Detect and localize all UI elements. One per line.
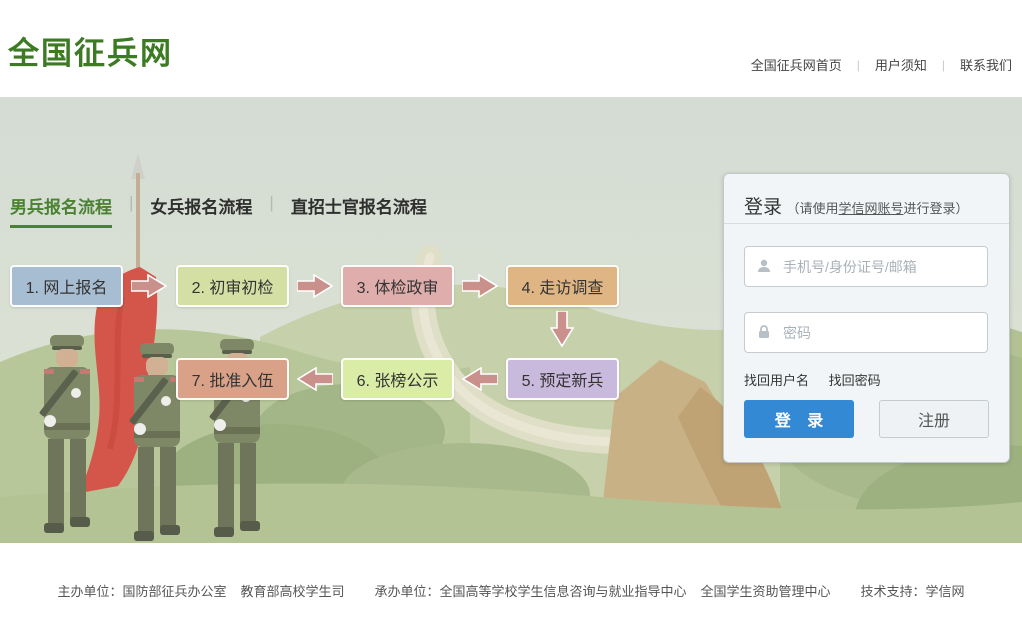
nav-link-contact[interactable]: 联系我们 — [960, 55, 1012, 74]
login-button[interactable]: 登 录 — [744, 400, 854, 438]
flow-step-6: 6. 张榜公示 — [341, 358, 454, 400]
site-logo[interactable]: 全国征兵网 — [8, 28, 173, 73]
flow-step-3: 3. 体检政审 — [341, 265, 454, 307]
username-input[interactable] — [744, 246, 988, 287]
footer-organizer-unit-2: 全国学生资助管理中心 — [701, 584, 831, 599]
xuexin-account-link[interactable]: 学信网账号 — [838, 201, 903, 216]
pipe-divider: | — [942, 58, 945, 72]
flow-step-4: 4. 走访调查 — [506, 265, 619, 307]
tab-male-enlist-flow[interactable]: 男兵报名流程 — [10, 193, 112, 228]
flow-step-5: 5. 预定新兵 — [506, 358, 619, 400]
arrow-right-icon — [297, 274, 333, 298]
login-title: 登录 — [744, 197, 782, 218]
footer-text: 主办单位：国防部征兵办公室教育部高校学生司 承办单位：全国高等学校学生信息咨询与就… — [0, 543, 1022, 600]
password-field-wrap — [744, 312, 988, 353]
nav-link-home[interactable]: 全国征兵网首页 — [751, 55, 842, 74]
login-title-row: 登录 （请使用学信网账号进行登录） — [744, 192, 969, 219]
flow-tabs: 男兵报名流程 | 女兵报名流程 | 直招士官报名流程 — [10, 193, 427, 228]
flow-step-2: 2. 初审初检 — [176, 265, 289, 307]
login-subtitle-prefix: （请使用 — [786, 201, 838, 216]
tab-female-enlist-flow[interactable]: 女兵报名流程 — [150, 193, 252, 228]
register-button[interactable]: 注册 — [879, 400, 989, 438]
footer-host-unit-2: 教育部高校学生司 — [240, 584, 344, 599]
tab-nco-enlist-flow[interactable]: 直招士官报名流程 — [291, 193, 427, 228]
find-username-link[interactable]: 找回用户名 — [744, 373, 809, 388]
hero-banner: 男兵报名流程 | 女兵报名流程 | 直招士官报名流程 1. 网上报名 2. 初审… — [0, 97, 1022, 543]
tab-divider: | — [129, 193, 133, 213]
arrow-left-icon — [297, 367, 333, 391]
footer-tech-support: 技术支持：学信网 — [861, 584, 965, 599]
login-subtitle: （请使用学信网账号进行登录） — [786, 201, 968, 216]
arrow-left-icon — [462, 367, 498, 391]
pipe-divider: | — [857, 58, 860, 72]
arrow-right-icon — [131, 274, 167, 298]
login-subtitle-suffix: 进行登录） — [904, 201, 969, 216]
arrow-down-icon — [550, 311, 574, 347]
find-password-link[interactable]: 找回密码 — [829, 373, 881, 388]
login-divider — [724, 223, 1009, 224]
arrow-right-icon — [462, 274, 498, 298]
flow-step-7: 7. 批准入伍 — [176, 358, 289, 400]
header-nav: 全国征兵网首页 | 用户须知 | 联系我们 — [751, 55, 1012, 74]
site-header: 全国征兵网 全国征兵网首页 | 用户须知 | 联系我们 — [0, 0, 1022, 97]
login-panel: 登录 （请使用学信网账号进行登录） 找回用户名 找回密码 登 录 注册 — [723, 173, 1010, 463]
login-links: 找回用户名 找回密码 — [744, 370, 897, 389]
page-footer: 主办单位：国防部征兵办公室教育部高校学生司 承办单位：全国高等学校学生信息咨询与就… — [0, 543, 1022, 625]
username-field-wrap — [744, 246, 988, 287]
tab-divider: | — [269, 193, 273, 213]
user-icon — [756, 258, 772, 274]
flow-step-1: 1. 网上报名 — [10, 265, 123, 307]
password-input[interactable] — [744, 312, 988, 353]
nav-link-user-notice[interactable]: 用户须知 — [875, 55, 927, 74]
lock-icon — [756, 324, 772, 340]
footer-organizer-unit: 承办单位：全国高等学校学生信息咨询与就业指导中心 — [374, 584, 686, 599]
footer-host-unit: 主办单位：国防部征兵办公室 — [57, 584, 226, 599]
